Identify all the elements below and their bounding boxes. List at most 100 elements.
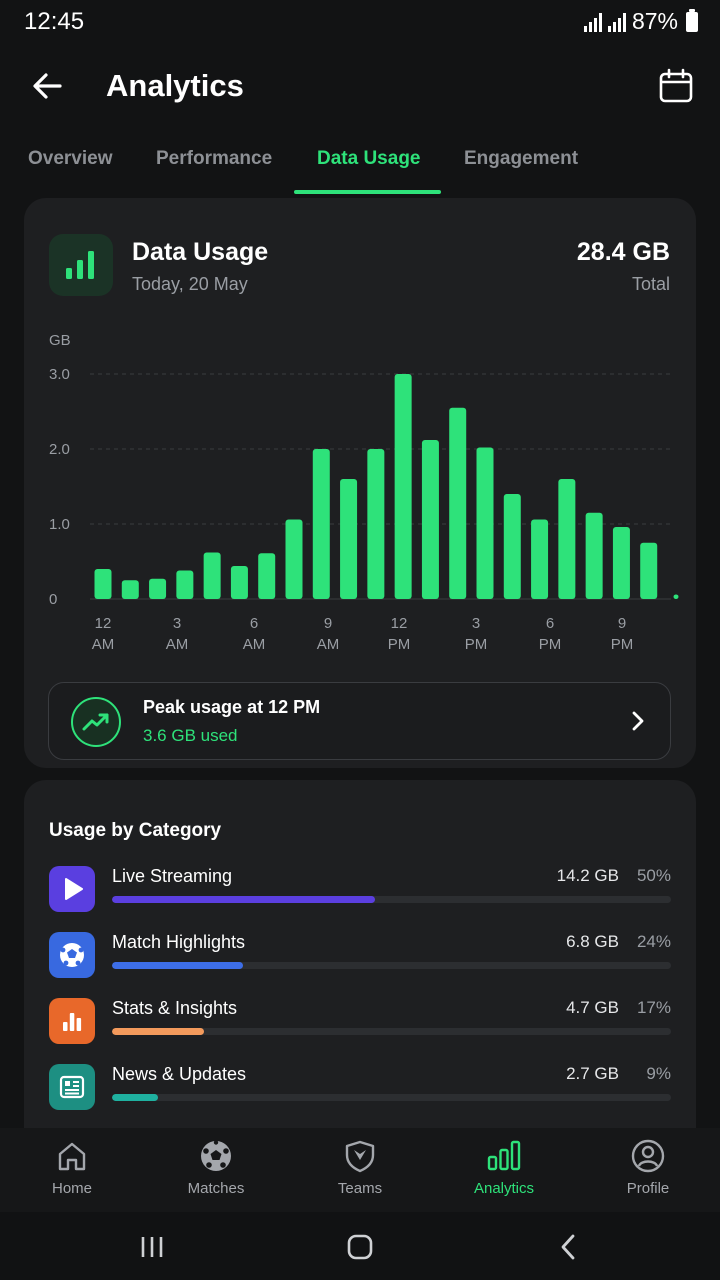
chart-bar: [285, 519, 303, 599]
chart-bar: [394, 374, 412, 599]
app-header: Analytics: [0, 56, 720, 116]
x-tick-label: AM: [166, 636, 189, 653]
page-title: Analytics: [106, 68, 244, 103]
chart-bar: [673, 594, 679, 599]
tab-bar: Overview Performance Data Usage Engageme…: [0, 134, 720, 194]
category-progress-fill: [112, 896, 375, 903]
x-tick-label: AM: [243, 636, 266, 653]
chart-bar: [640, 542, 658, 599]
category-percent: 9%: [646, 1064, 671, 1083]
x-tick-label: AM: [317, 636, 340, 653]
category-progress-track: [112, 1094, 671, 1101]
nav-teams-label: Teams: [337, 1180, 383, 1197]
category-row-live-streaming[interactable]: Live Streaming 14.2 GB 50%: [49, 864, 671, 914]
category-percent: 24%: [636, 932, 671, 951]
x-tick-label: 3: [472, 615, 480, 632]
data-usage-total-label: Total: [631, 274, 670, 294]
soccer-ball-icon: [201, 1140, 231, 1171]
chart-bar: [121, 580, 139, 599]
x-tick-label: 12: [95, 615, 112, 632]
category-name: Live Streaming: [112, 866, 233, 886]
data-usage-title: Data Usage: [132, 238, 269, 266]
x-tick-label: 6: [546, 615, 554, 632]
peak-usage-title: Peak usage at 12 PM: [143, 697, 321, 717]
chart-bar: [258, 553, 276, 599]
category-progress-fill: [112, 1094, 158, 1101]
signal-icon: [583, 12, 602, 32]
chart-bar: [612, 527, 630, 599]
y-tick-label: 3.0: [49, 366, 70, 383]
chart-bar: [312, 449, 330, 599]
nav-profile[interactable]: Profile: [588, 1138, 708, 1208]
x-tick-label: 12: [391, 615, 408, 632]
chart-bar: [476, 447, 494, 599]
tab-performance[interactable]: Performance: [156, 148, 272, 170]
calendar-button[interactable]: [656, 66, 696, 106]
bottom-navigation: Home Matches Teams Analytics Profile: [0, 1128, 720, 1212]
nav-home[interactable]: Home: [12, 1138, 132, 1208]
category-gb: 2.7 GB: [566, 1064, 619, 1083]
soccer-ball-icon: [49, 932, 95, 978]
category-row-match-highlights[interactable]: Match Highlights 6.8 GB 24%: [49, 930, 671, 980]
chart-bar: [340, 479, 358, 599]
recent-apps-icon[interactable]: [132, 1232, 172, 1262]
x-tick-label: 6: [250, 615, 258, 632]
status-time: 12:45: [24, 8, 85, 35]
category-progress-track: [112, 1028, 671, 1035]
category-progress-track: [112, 962, 671, 969]
category-name: Match Highlights: [112, 932, 246, 952]
chart-bar: [421, 440, 439, 599]
signal-icon-2: [607, 12, 626, 32]
nav-analytics[interactable]: Analytics: [444, 1138, 564, 1208]
category-row-news-updates[interactable]: News & Updates 2.7 GB 9%: [49, 1062, 671, 1112]
category-percent: 50%: [636, 866, 671, 885]
nav-home-label: Home: [51, 1180, 92, 1197]
category-name: Stats & Insights: [112, 998, 238, 1018]
tab-engagement[interactable]: Engagement: [464, 148, 578, 170]
x-tick-label: 9: [618, 615, 626, 632]
chart-bar: [149, 578, 167, 599]
nav-matches[interactable]: Matches: [156, 1138, 276, 1208]
back-arrow-icon: [33, 73, 62, 99]
data-usage-icon: [49, 234, 113, 296]
peak-usage-subtitle: 3.6 GB used: [143, 726, 238, 745]
x-tick-label: AM: [92, 636, 115, 653]
bar-chart-icon: [49, 998, 95, 1044]
category-gb: 6.8 GB: [566, 932, 619, 951]
x-tick-label: 3: [173, 615, 181, 632]
trend-up-icon: [71, 697, 121, 747]
peak-usage-row[interactable]: Peak usage at 12 PM 3.6 GB used: [48, 682, 671, 760]
category-percent: 17%: [636, 998, 671, 1017]
usage-chart: GB 3.0 2.0 1.0 0 12 AM 3 AM 6 AM 9 AM 12 PM 3 PM 6 PM 9 PM: [24, 326, 696, 666]
battery-percent: 87%: [631, 8, 678, 34]
chart-bar: [558, 479, 576, 599]
tab-overview[interactable]: Overview: [28, 148, 113, 170]
category-name: News & Updates: [112, 1064, 247, 1084]
chart-bar: [176, 570, 194, 599]
y-axis-unit-label: GB: [49, 332, 71, 349]
nav-teams[interactable]: Teams: [300, 1138, 420, 1208]
chart-bar: [449, 407, 467, 599]
tab-data-usage[interactable]: Data Usage: [317, 148, 421, 170]
y-tick-label: 1.0: [49, 516, 70, 533]
chart-bar: [94, 569, 112, 599]
y-tick-label: 2.0: [49, 441, 70, 458]
play-icon: [49, 866, 95, 912]
home-button-icon[interactable]: [340, 1232, 380, 1262]
chart-bar: [203, 552, 221, 599]
data-usage-total: 28.4 GB: [576, 238, 670, 266]
system-back-icon[interactable]: [548, 1232, 588, 1262]
category-progress-fill: [112, 1028, 205, 1035]
y-tick-label: 0: [49, 591, 57, 608]
category-row-stats-insights[interactable]: Stats & Insights 4.7 GB 17%: [49, 996, 671, 1046]
active-tab-indicator: [294, 190, 441, 194]
chevron-right-icon: [632, 711, 644, 731]
calendar-icon: [659, 68, 693, 103]
newspaper-icon: [49, 1064, 95, 1110]
x-tick-label: PM: [388, 636, 411, 653]
category-gb: 4.7 GB: [566, 998, 619, 1017]
battery-icon: [686, 8, 698, 32]
status-bar: 12:45 87%: [0, 0, 720, 44]
chart-bar: [585, 512, 603, 599]
back-button[interactable]: [24, 66, 72, 106]
